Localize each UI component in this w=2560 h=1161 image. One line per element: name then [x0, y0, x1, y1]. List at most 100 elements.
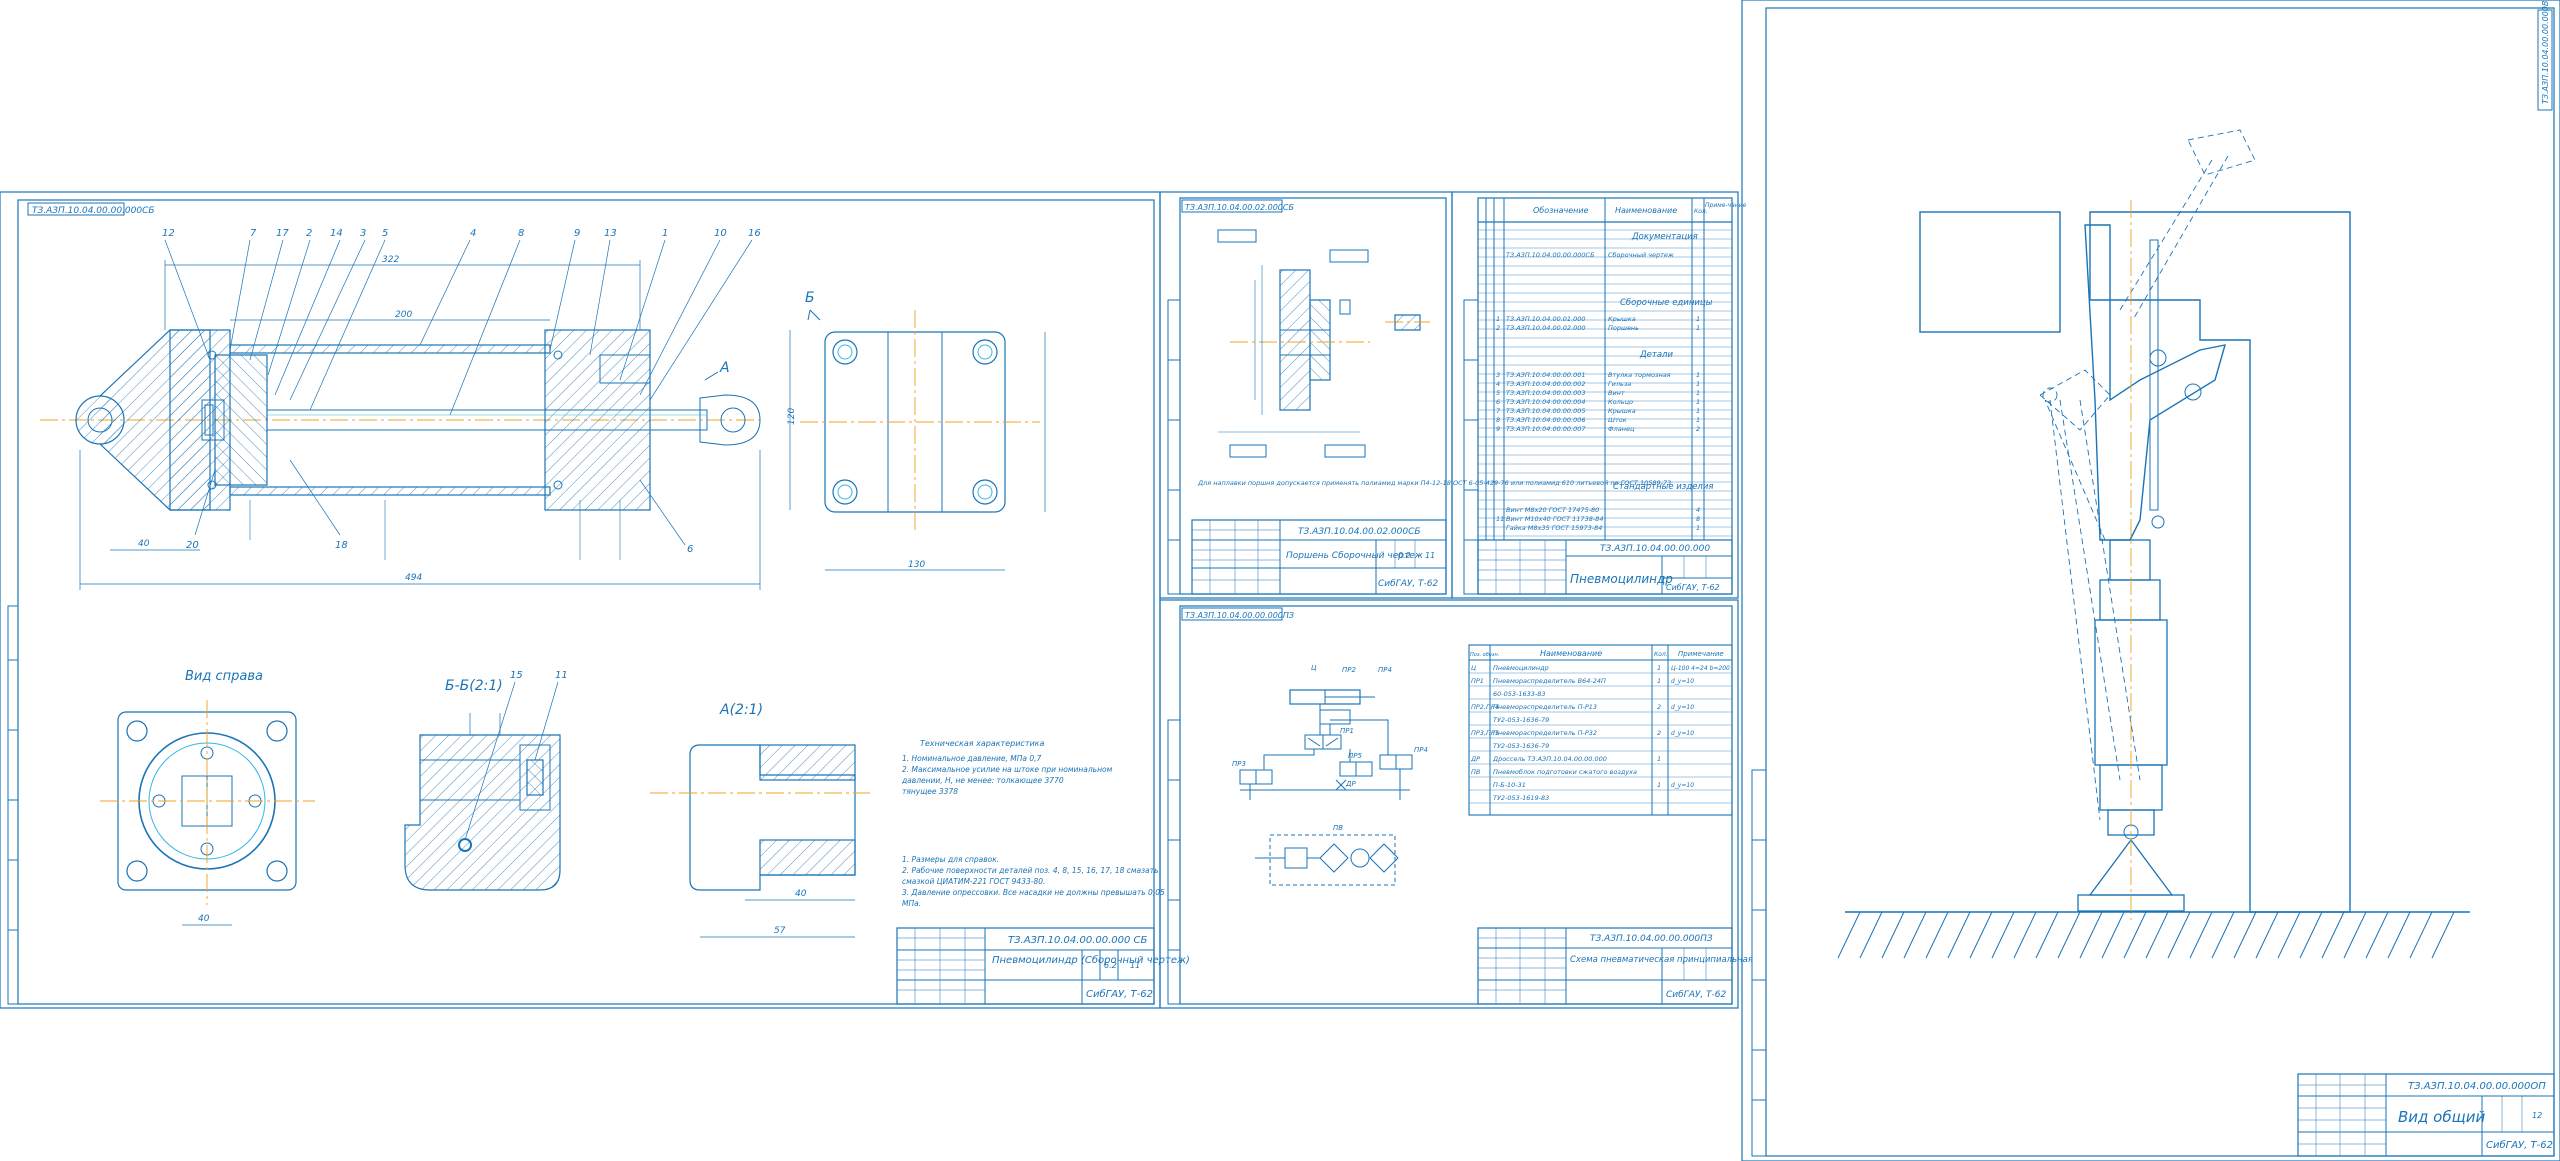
scheme-row-name: 60-053-1633-83	[1493, 690, 1546, 698]
spec-row-pos: 6	[1496, 398, 1500, 406]
piston-section	[1217, 229, 1430, 458]
section-bb: Б-Б(2:1) 15 11	[404, 670, 568, 891]
sheet4-outer-frame	[1159, 599, 1739, 1009]
sheet3-title-block: ТЗ.АЗП.10.04.00.00.000 Пневмоцилиндр Сиб…	[1477, 539, 1733, 595]
scheme-row-note: d_у=10	[1671, 678, 1694, 685]
scheme-th-note: Примечание	[1678, 650, 1724, 658]
spec-row-pos: 11	[1496, 515, 1504, 523]
spec-row-qty: 1	[1696, 407, 1700, 415]
spec-row-name: Втулка тормозная	[1608, 371, 1671, 379]
dim-200: 200	[395, 310, 412, 320]
callout-1: 1	[662, 228, 668, 239]
callout-20: 20	[186, 540, 199, 551]
dim-40: 40	[138, 539, 150, 549]
sheet2-title-mass: 0.2	[1398, 551, 1411, 560]
scheme-row-note: d_у=10	[1671, 730, 1694, 737]
detail-a: А(2:1) 40 57	[650, 702, 870, 938]
scheme-row-note: d_у=10	[1671, 704, 1694, 711]
section-bb-label: Б-Б(2:1)	[445, 678, 503, 694]
spec-row-pos: 5	[1496, 389, 1500, 397]
scheme-label-pr5: ПР5	[1348, 752, 1362, 760]
sheet2-code-text: ТЗ.АЗП.10.04.00.02.000СБ	[1185, 203, 1294, 212]
view-right-label: Вид справа	[185, 669, 263, 684]
scheme-row-name: Дроссель ТЗ.АЗП.10.04.00.00.000	[1492, 755, 1607, 763]
spec-section-parts: Детали	[1639, 350, 1673, 360]
scheme-row-qty: 1	[1657, 781, 1661, 789]
cylinder-end-view: 130	[800, 310, 1046, 571]
callout-13: 13	[604, 228, 617, 239]
callout-10: 10	[714, 228, 727, 239]
general-view-drawing	[1837, 129, 2470, 959]
spec-row-qty: 1	[1696, 315, 1700, 323]
sheet-assembly-drawing: ТЗ.АЗП.10.04.00.00.000СБ 494 322 200 40 …	[0, 191, 1190, 1009]
scheme-row-name: Пневмоцилиндр	[1493, 664, 1549, 672]
callout-5: 5	[382, 228, 388, 239]
dim-right-40: 40	[198, 914, 210, 924]
scheme-row-name: Пневмораспределитель П-Р32	[1493, 729, 1597, 737]
spec-row-code: Гайка М8х35 ГОСТ 15973-84	[1506, 524, 1602, 532]
sheet5-title-block: ТЗ.АЗП.10.04.00.00.000ОП Вид общий 12 Си…	[2297, 1073, 2555, 1157]
spec-row-pos: 1	[1496, 315, 1500, 323]
section-arrow-b: Б	[805, 290, 815, 306]
spec-row-qty: 1	[1696, 389, 1700, 397]
scheme-row-pos: ДР	[1470, 755, 1480, 763]
callout-8: 8	[518, 228, 524, 239]
sheet5-title-code: ТЗ.АЗП.10.04.00.00.000ОП	[2408, 1081, 2546, 1092]
spec-row-qty: 2	[1696, 425, 1700, 433]
sheet2-title-code: ТЗ.АЗП.10.04.00.02.000СБ	[1298, 527, 1421, 537]
sheet4-title-name: Схема пневматическая принципиальная	[1570, 955, 1753, 965]
spec-header-code: Обозначение	[1533, 206, 1589, 215]
scheme-th-qty: Кол.	[1654, 651, 1668, 658]
spec-row-code: ТЗ.АЗП.10.04.00.00.007	[1506, 425, 1586, 433]
spec-table: Обозначение Наименование Кол. Приме-чани…	[1478, 198, 1747, 540]
drawing-stage: ТЗ.АЗП.10.04.00.00.000СБ 494 322 200 40 …	[0, 0, 2560, 1161]
scheme-row-pos: ПР1	[1471, 677, 1484, 685]
sheet4-code-text: ТЗ.АЗП.10.04.00.00.000ПЗ	[1185, 611, 1294, 620]
sheet1-binding-strip	[7, 605, 19, 1005]
sheet-specification: Обозначение Наименование Кол. Приме-чани…	[1451, 191, 1747, 599]
spec-row-pos: 3	[1496, 371, 1500, 379]
spec-row-name: Винт	[1608, 389, 1625, 397]
spec-header-name: Наименование	[1615, 206, 1677, 215]
spec-row-code: ТЗ.АЗП.10.04.00.00.005	[1506, 407, 1586, 415]
scheme-row-qty: 2	[1657, 729, 1661, 737]
scheme-row-note: d_у=10	[1671, 782, 1694, 789]
dim-total: 494	[405, 573, 422, 583]
spec-row-qty: 1	[1696, 380, 1700, 388]
callout-11: 11	[555, 670, 568, 681]
dim-322: 322	[382, 255, 399, 265]
sheet1-title-org: СибГАУ, Т-62	[1086, 988, 1153, 1000]
spec-row-qty: 1	[1696, 371, 1700, 379]
spec-row-qty: 1	[1696, 416, 1700, 424]
sheet3-binding-strip	[1463, 299, 1479, 595]
callout-3: 3	[360, 228, 366, 239]
callout-7: 7	[250, 228, 257, 239]
spec-header-qty: Кол.	[1694, 208, 1708, 215]
sheet5-title-org: СибГАУ, Т-62	[2486, 1139, 2553, 1151]
spec-row-code: ТЗ.АЗП.10.04.00.00.003	[1506, 389, 1586, 397]
tech-characteristics: Техническая характеристика 1. Номинально…	[901, 739, 1113, 796]
tech-line-1: 1. Номинальное давление, МПа 0,7	[902, 754, 1042, 763]
spec-section-std: Стандартные изделия	[1613, 482, 1714, 492]
spec-row-code: ТЗ.АЗП.10.04.00.02.000	[1506, 324, 1586, 332]
note-3: смазкой ЦИАТИМ-221 ГОСТ 9433-80.	[902, 877, 1045, 886]
callout-9: 9	[574, 228, 580, 239]
tech-line-3: давлении, Н, не менее: толкающее 3770	[901, 776, 1064, 785]
callout-17: 17	[276, 228, 289, 239]
callout-16: 16	[748, 228, 761, 239]
spec-row-code: ТЗ.АЗП.10.04.00.00.001	[1506, 371, 1586, 379]
cylinder-section-view: 494 322 200 40 1 20 12 7 17 2 14 3 5 4 8 …	[40, 228, 821, 590]
note-2: 2. Рабочие поверхности деталей поз. 4, 8…	[902, 866, 1159, 875]
dim-a-40: 40	[795, 889, 807, 899]
scheme-row-pos: Ц	[1471, 664, 1476, 672]
note-5: МПа.	[902, 899, 921, 908]
tech-line-2: 2. Максимальное усилие на штоке при номи…	[902, 765, 1113, 774]
scheme-label-pv: ПВ	[1333, 824, 1343, 832]
sheet4-inner-frame	[1179, 605, 1733, 1005]
spec-header-note: Приме-чание	[1705, 202, 1747, 209]
spec-row-pos: 2	[1496, 324, 1500, 332]
note-1: 1. Размеры для справок.	[902, 855, 999, 864]
spec-row-code: Винт М8х20 ГОСТ 17475-80	[1506, 506, 1599, 514]
spec-row-code: ТЗ.АЗП.10.04.00.00.002	[1506, 380, 1586, 388]
scheme-label-pr1: ПР1	[1340, 727, 1354, 735]
